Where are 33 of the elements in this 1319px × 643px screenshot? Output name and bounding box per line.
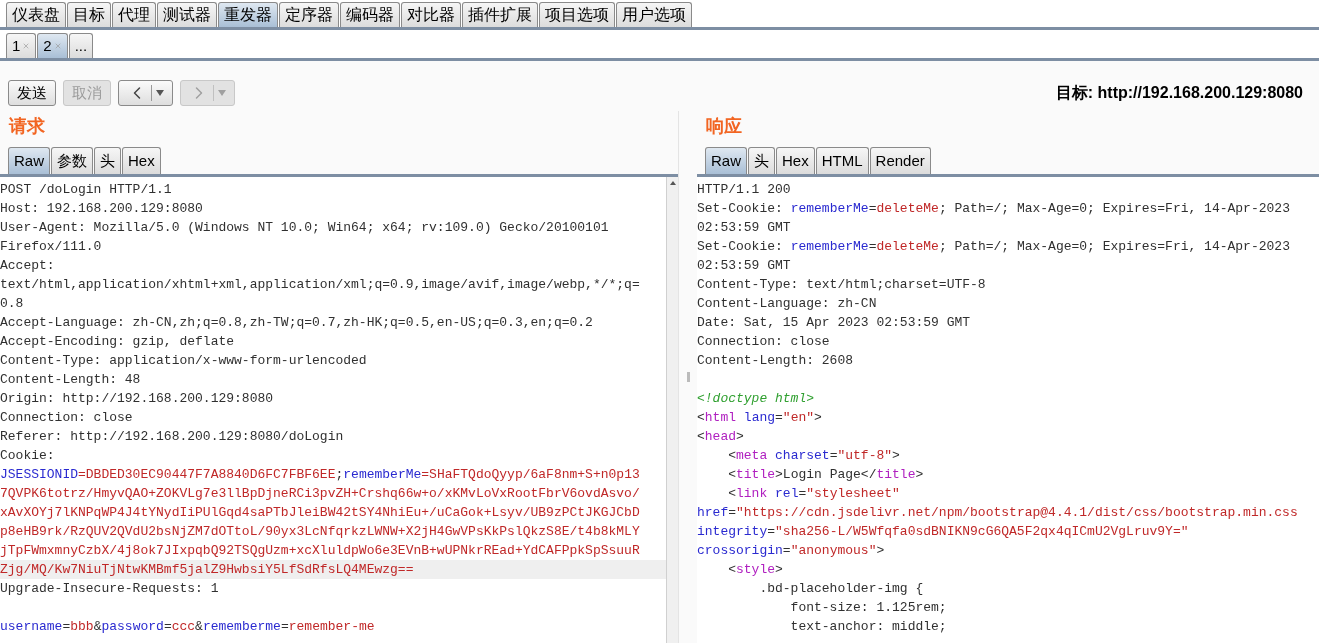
tab[interactable]: Raw bbox=[8, 147, 50, 174]
tab[interactable]: 目标 bbox=[67, 2, 111, 27]
tab[interactable]: 测试器 bbox=[157, 2, 217, 27]
tab[interactable]: Hex bbox=[122, 147, 161, 174]
tab[interactable]: Raw bbox=[705, 147, 747, 174]
tab[interactable]: 插件扩展 bbox=[462, 2, 538, 27]
tab[interactable]: 参数 bbox=[51, 147, 93, 174]
tab[interactable]: 仪表盘 bbox=[6, 2, 66, 27]
tab[interactable]: 代理 bbox=[112, 2, 156, 27]
dropdown-caret-icon bbox=[156, 90, 164, 96]
repeater-tab[interactable]: 2 bbox=[37, 33, 68, 58]
tab[interactable]: 重发器 bbox=[218, 2, 278, 27]
dropdown-caret-icon bbox=[218, 90, 226, 96]
tab[interactable]: 编码器 bbox=[340, 2, 400, 27]
back-button[interactable] bbox=[118, 80, 173, 106]
close-icon[interactable] bbox=[53, 42, 62, 50]
close-icon[interactable] bbox=[22, 42, 31, 50]
tab[interactable]: 头 bbox=[748, 147, 775, 174]
scroll-up-arrow-icon[interactable] bbox=[668, 179, 677, 187]
tab[interactable]: HTML bbox=[815, 147, 869, 174]
tab[interactable]: Render bbox=[869, 147, 931, 174]
tab[interactable]: 头 bbox=[94, 147, 121, 174]
tab[interactable]: 用户选项 bbox=[616, 2, 692, 27]
tab[interactable]: 定序器 bbox=[279, 2, 339, 27]
panel-heading: 请求 bbox=[7, 115, 46, 138]
tab[interactable]: 项目选项 bbox=[539, 2, 615, 27]
tab[interactable]: 对比器 bbox=[401, 2, 461, 27]
target-label: 目标: http://192.168.200.129:8080 bbox=[1055, 83, 1304, 103]
repeater-tab[interactable]: ... bbox=[68, 33, 94, 58]
send-button[interactable]: 发送 bbox=[8, 80, 56, 106]
panel-heading: 响应 bbox=[705, 115, 743, 138]
tab[interactable]: Hex bbox=[776, 147, 815, 174]
repeater-tab[interactable]: 1 bbox=[6, 33, 37, 58]
